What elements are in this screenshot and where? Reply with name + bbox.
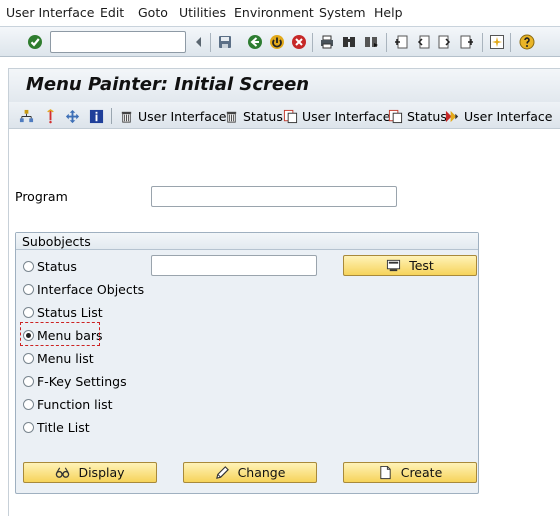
print-icon[interactable]: [318, 33, 336, 51]
exit-icon[interactable]: [268, 33, 286, 51]
copy-icon: [388, 109, 403, 123]
create-session-icon[interactable]: [488, 33, 506, 51]
create-button-label: Create: [400, 465, 443, 480]
glasses-icon: [56, 467, 70, 478]
radio-interface-objects[interactable]: Interface Objects: [23, 280, 144, 298]
toolbar-separator: [510, 33, 511, 52]
first-page-icon[interactable]: [392, 33, 410, 51]
status-input[interactable]: [151, 255, 317, 276]
toolbar-separator: [312, 33, 313, 52]
radio-button[interactable]: [23, 375, 34, 387]
save-icon[interactable]: [216, 33, 234, 51]
hierarchy-icon[interactable]: [19, 107, 38, 125]
menu-bar: User Interface Edit Goto Utilities Envir…: [0, 0, 560, 26]
new-document-icon: [380, 465, 391, 480]
create-button[interactable]: Create: [343, 462, 477, 483]
copy-user-interface-button[interactable]: User Interface: [283, 107, 390, 125]
radio-label: Menu list: [37, 350, 94, 366]
page-title: Menu Painter: Initial Screen: [26, 74, 310, 95]
radio-status[interactable]: Status: [23, 257, 77, 275]
next-page-icon[interactable]: [436, 33, 454, 51]
navigate-icon[interactable]: [65, 107, 84, 125]
toolbar-separator: [210, 33, 211, 52]
radio-fkey-settings[interactable]: F-Key Settings: [23, 372, 127, 390]
copy-status-button[interactable]: Status: [388, 107, 447, 125]
application-toolbar: User Interface Status User Interface Sta…: [8, 102, 560, 129]
radio-button[interactable]: [23, 283, 34, 295]
rename-user-interface-label: User Interface: [464, 108, 553, 124]
test-button[interactable]: Test: [343, 255, 477, 276]
program-label: Program: [15, 189, 68, 204]
last-page-icon[interactable]: [458, 33, 476, 51]
trash-icon: [226, 111, 237, 123]
radio-button[interactable]: [23, 352, 34, 364]
history-arrow-icon[interactable]: [190, 33, 208, 51]
delete-user-interface-button[interactable]: User Interface: [119, 107, 226, 125]
cancel-icon[interactable]: [290, 33, 308, 51]
subobjects-group: Subobjects Status Interface Objects Stat…: [15, 232, 479, 494]
toolbar-separator: [482, 33, 483, 52]
change-button-label: Change: [237, 465, 286, 480]
where-used-icon[interactable]: [43, 107, 62, 125]
rename-icon: [445, 110, 459, 122]
back-icon[interactable]: [246, 33, 264, 51]
radio-button[interactable]: [23, 421, 34, 433]
menu-edit[interactable]: Edit: [100, 5, 124, 20]
menu-help[interactable]: Help: [374, 5, 403, 20]
subobjects-title: Subobjects: [22, 234, 91, 249]
radio-title-list[interactable]: Title List: [23, 418, 90, 436]
title-bar: Menu Painter: Initial Screen: [8, 68, 560, 102]
copy-user-interface-label: User Interface: [302, 108, 391, 124]
delete-user-interface-label: User Interface: [138, 108, 227, 124]
radio-button[interactable]: [23, 306, 34, 318]
delete-status-button[interactable]: Status: [224, 107, 283, 125]
pencil-icon: [215, 466, 229, 479]
program-input[interactable]: [151, 186, 397, 207]
menu-utilities[interactable]: Utilities: [179, 5, 226, 20]
radio-label: Function list: [37, 396, 113, 412]
enter-checkmark-icon[interactable]: [26, 33, 44, 51]
subobjects-header: Subobjects: [16, 233, 478, 250]
radio-label: Interface Objects: [37, 281, 145, 297]
display-button-label: Display: [78, 465, 125, 480]
radio-menu-list[interactable]: Menu list: [23, 349, 94, 367]
system-toolbar: [0, 26, 560, 57]
radio-label: Menu bars: [37, 327, 103, 343]
find-icon[interactable]: [340, 33, 358, 51]
radio-function-list[interactable]: Function list: [23, 395, 113, 413]
help-icon[interactable]: [518, 33, 536, 51]
radio-button[interactable]: [23, 398, 34, 410]
radio-label: F-Key Settings: [37, 373, 127, 389]
copy-status-label: Status: [407, 108, 447, 124]
test-button-label: Test: [409, 258, 434, 273]
radio-menu-bars[interactable]: Menu bars: [23, 326, 103, 344]
toolbar-separator: [386, 33, 387, 52]
radio-label: Status: [37, 258, 77, 274]
radio-label: Status List: [37, 304, 103, 320]
menu-user-interface[interactable]: User Interface: [6, 5, 94, 20]
menu-environment[interactable]: Environment: [234, 5, 314, 20]
copy-icon: [283, 109, 298, 123]
trash-icon: [121, 111, 132, 123]
info-icon[interactable]: [89, 107, 108, 125]
radio-status-list[interactable]: Status List: [23, 303, 103, 321]
radio-label: Title List: [37, 419, 90, 435]
previous-page-icon[interactable]: [414, 33, 432, 51]
rename-user-interface-button[interactable]: User Interface: [445, 107, 552, 125]
display-button[interactable]: Display: [23, 462, 157, 483]
menu-goto[interactable]: Goto: [138, 5, 168, 20]
radio-button[interactable]: [23, 260, 34, 272]
toolbar-separator: [111, 108, 112, 124]
menu-system[interactable]: System: [319, 5, 366, 20]
delete-status-label: Status: [243, 108, 283, 124]
radio-button-selected[interactable]: [23, 329, 34, 341]
test-icon: [387, 259, 401, 272]
command-field[interactable]: [50, 31, 186, 53]
find-next-icon[interactable]: [362, 33, 380, 51]
change-button[interactable]: Change: [183, 462, 317, 483]
